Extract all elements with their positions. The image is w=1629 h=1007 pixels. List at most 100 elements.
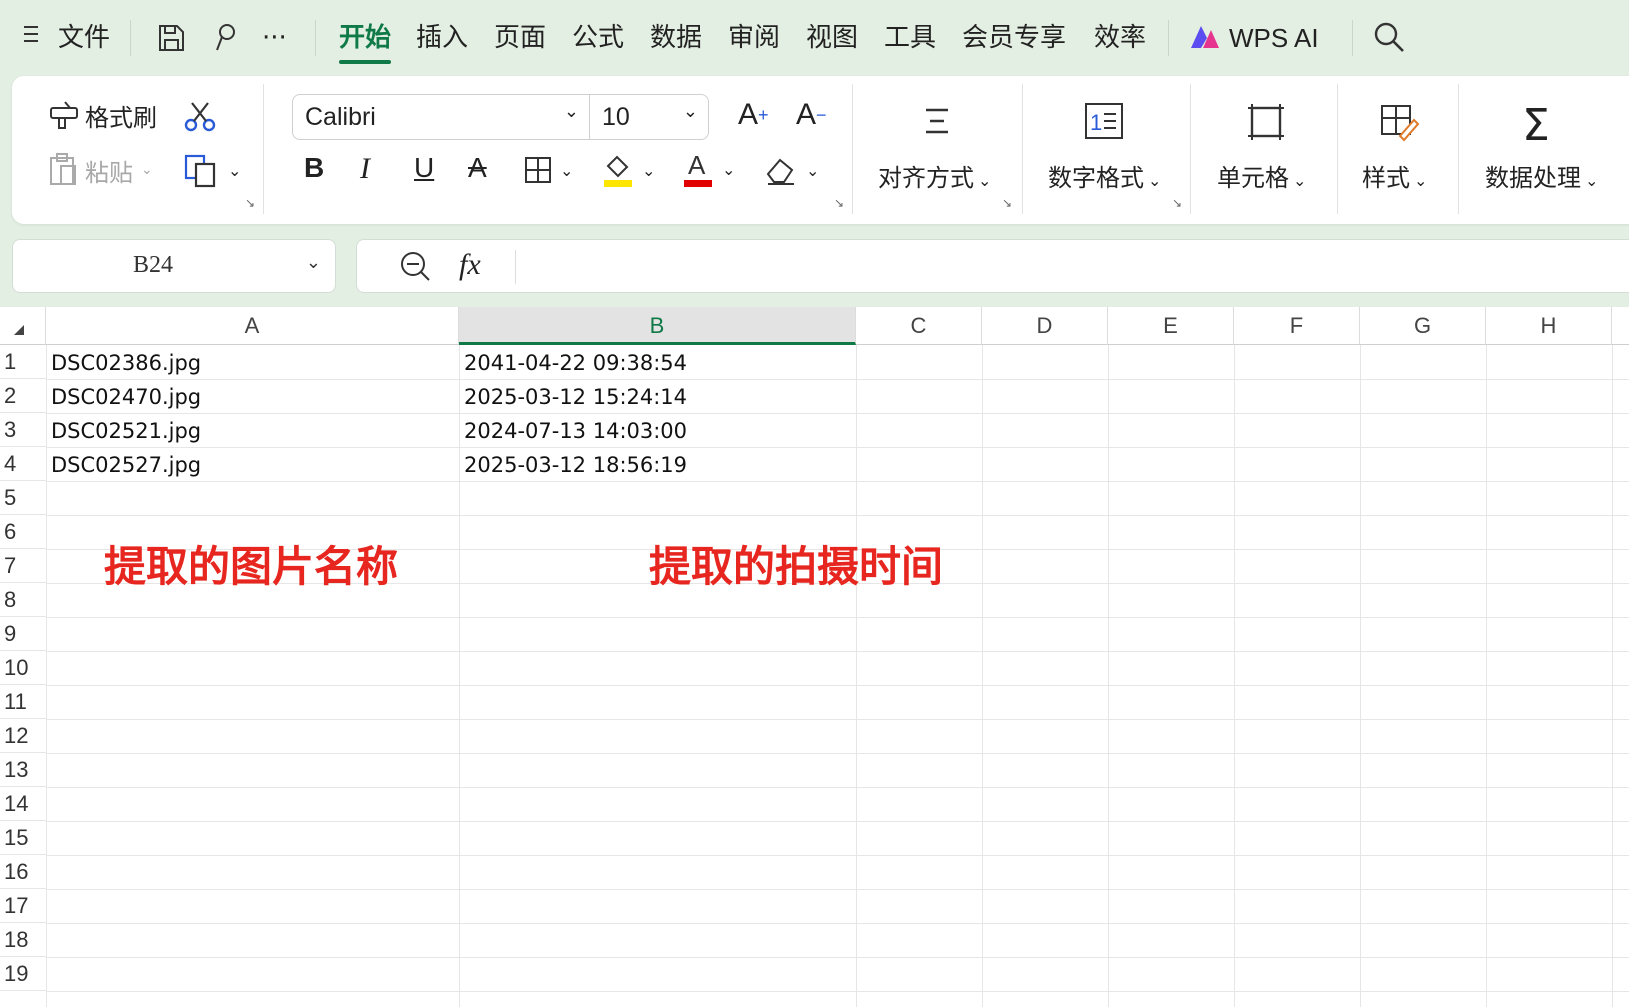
- number-format-button[interactable]: 数字格式 ⌄: [1048, 158, 1161, 193]
- align-icon[interactable]: [920, 104, 954, 138]
- row-header[interactable]: 9: [0, 617, 46, 651]
- decrease-font-icon[interactable]: A −: [796, 98, 827, 132]
- chevron-down-icon: ⌄: [1293, 171, 1307, 190]
- chevron-down-icon[interactable]: ⌄: [306, 252, 321, 273]
- font-size-select[interactable]: 10 ⌄: [589, 94, 709, 140]
- hamburger-icon[interactable]: [22, 18, 42, 58]
- tab-tools[interactable]: 工具: [884, 18, 936, 58]
- align-button[interactable]: 对齐方式 ⌄: [878, 158, 991, 193]
- font-launcher-icon[interactable]: ↘: [834, 196, 844, 210]
- row-header[interactable]: 15: [0, 821, 46, 855]
- row-header[interactable]: 19: [0, 957, 46, 991]
- zoom-formula-icon[interactable]: [399, 250, 431, 286]
- gridline: [46, 719, 1629, 720]
- column-header-e[interactable]: E: [1108, 307, 1234, 345]
- tab-view[interactable]: 视图: [806, 18, 858, 58]
- font-name-select[interactable]: Calibri ⌄: [292, 94, 590, 140]
- row-header[interactable]: 2: [0, 379, 46, 413]
- style-button[interactable]: 样式 ⌄: [1362, 158, 1427, 193]
- number-format-icon[interactable]: 1: [1084, 102, 1124, 140]
- row-header[interactable]: 14: [0, 787, 46, 821]
- save-icon[interactable]: [155, 22, 187, 62]
- underline-icon[interactable]: U: [414, 152, 434, 184]
- border-button[interactable]: ⌄: [524, 156, 573, 184]
- increase-font-icon[interactable]: A +: [738, 98, 769, 132]
- style-icon[interactable]: [1378, 102, 1420, 142]
- column-header-a[interactable]: A: [46, 307, 459, 345]
- tab-page[interactable]: 页面: [494, 18, 546, 58]
- row-header[interactable]: 6: [0, 515, 46, 549]
- clipboard-launcher-icon[interactable]: ↘: [245, 196, 255, 210]
- fill-color-button[interactable]: ⌄: [602, 152, 655, 188]
- row-header[interactable]: 3: [0, 413, 46, 447]
- column-header-partial[interactable]: [1612, 307, 1629, 345]
- annotation-shoot-time: 提取的拍摄时间: [649, 542, 944, 591]
- font-color-button[interactable]: A ⌄: [682, 150, 735, 188]
- column-header-c[interactable]: C: [856, 307, 982, 345]
- format-painter-button[interactable]: 格式刷: [47, 98, 157, 133]
- tab-formula[interactable]: 公式: [572, 18, 624, 58]
- cell-b2[interactable]: 2025-03-12 15:24:14: [464, 379, 687, 413]
- row-header[interactable]: 13: [0, 753, 46, 787]
- row-header[interactable]: 10: [0, 651, 46, 685]
- search-icon[interactable]: [1372, 20, 1406, 60]
- cell-a1[interactable]: DSC02386.jpg: [51, 345, 201, 379]
- bold-icon[interactable]: B: [304, 152, 324, 184]
- row-header[interactable]: 1: [0, 345, 46, 379]
- column-header-b[interactable]: B: [459, 307, 856, 345]
- cell-button[interactable]: 单元格 ⌄: [1217, 158, 1306, 193]
- italic-icon[interactable]: I: [360, 152, 370, 186]
- formula-input[interactable]: [527, 244, 1627, 288]
- row-header[interactable]: 16: [0, 855, 46, 889]
- wps-ai-button[interactable]: WPS AI: [1229, 18, 1319, 58]
- tab-member[interactable]: 会员专享: [962, 18, 1066, 58]
- more-button[interactable]: ···: [262, 18, 287, 58]
- name-box[interactable]: B24 ⌄: [12, 239, 336, 293]
- gridline: [46, 821, 1629, 822]
- row-header[interactable]: 5: [0, 481, 46, 515]
- tab-home[interactable]: 开始: [339, 18, 392, 64]
- select-all-corner[interactable]: [0, 307, 46, 345]
- cell-a4[interactable]: DSC02527.jpg: [51, 447, 201, 481]
- row-header[interactable]: 7: [0, 549, 46, 583]
- column-header-d[interactable]: D: [982, 307, 1108, 345]
- chevron-down-icon: ⌄: [806, 160, 820, 180]
- row-header[interactable]: 17: [0, 889, 46, 923]
- cell-a3[interactable]: DSC02521.jpg: [51, 413, 201, 447]
- copy-button[interactable]: ⌄: [184, 152, 241, 188]
- cell-b3[interactable]: 2024-07-13 14:03:00: [464, 413, 687, 447]
- divider: [263, 84, 264, 214]
- divider: [130, 20, 131, 56]
- gridline: [459, 345, 460, 1007]
- tab-insert[interactable]: 插入: [416, 18, 468, 58]
- column-header-g[interactable]: G: [1360, 307, 1486, 345]
- strikethrough-icon[interactable]: A: [468, 152, 487, 184]
- fx-button[interactable]: fx: [459, 248, 481, 282]
- clear-button[interactable]: ⌄: [764, 154, 819, 186]
- data-process-button[interactable]: 数据处理 ⌄: [1485, 158, 1598, 193]
- row-header[interactable]: 8: [0, 583, 46, 617]
- align-launcher-icon[interactable]: ↘: [1002, 196, 1012, 210]
- tab-review[interactable]: 审阅: [728, 18, 780, 58]
- chevron-down-icon[interactable]: ⌄: [228, 161, 241, 180]
- format-brush-quick-icon[interactable]: [209, 22, 241, 62]
- column-header-f[interactable]: F: [1234, 307, 1360, 345]
- tab-data[interactable]: 数据: [650, 18, 702, 58]
- cell-a2[interactable]: DSC02470.jpg: [51, 379, 201, 413]
- menu-file[interactable]: 文件: [58, 18, 110, 58]
- row-header[interactable]: 18: [0, 923, 46, 957]
- paste-button[interactable]: 粘贴 ⌄: [47, 152, 153, 188]
- row-header[interactable]: 12: [0, 719, 46, 753]
- sigma-icon[interactable]: Σ: [1522, 100, 1550, 151]
- chevron-down-icon: ⌄: [560, 160, 574, 180]
- cell-label: 单元格: [1217, 164, 1289, 192]
- cell-icon[interactable]: [1246, 102, 1286, 142]
- tab-efficiency[interactable]: 效率: [1094, 18, 1146, 58]
- row-header[interactable]: 4: [0, 447, 46, 481]
- number-launcher-icon[interactable]: ↘: [1172, 196, 1182, 210]
- cut-button[interactable]: [182, 100, 218, 134]
- row-header[interactable]: 11: [0, 685, 46, 719]
- cell-b4[interactable]: 2025-03-12 18:56:19: [464, 447, 687, 481]
- cell-b1[interactable]: 2041-04-22 09:38:54: [464, 345, 687, 379]
- column-header-h[interactable]: H: [1486, 307, 1612, 345]
